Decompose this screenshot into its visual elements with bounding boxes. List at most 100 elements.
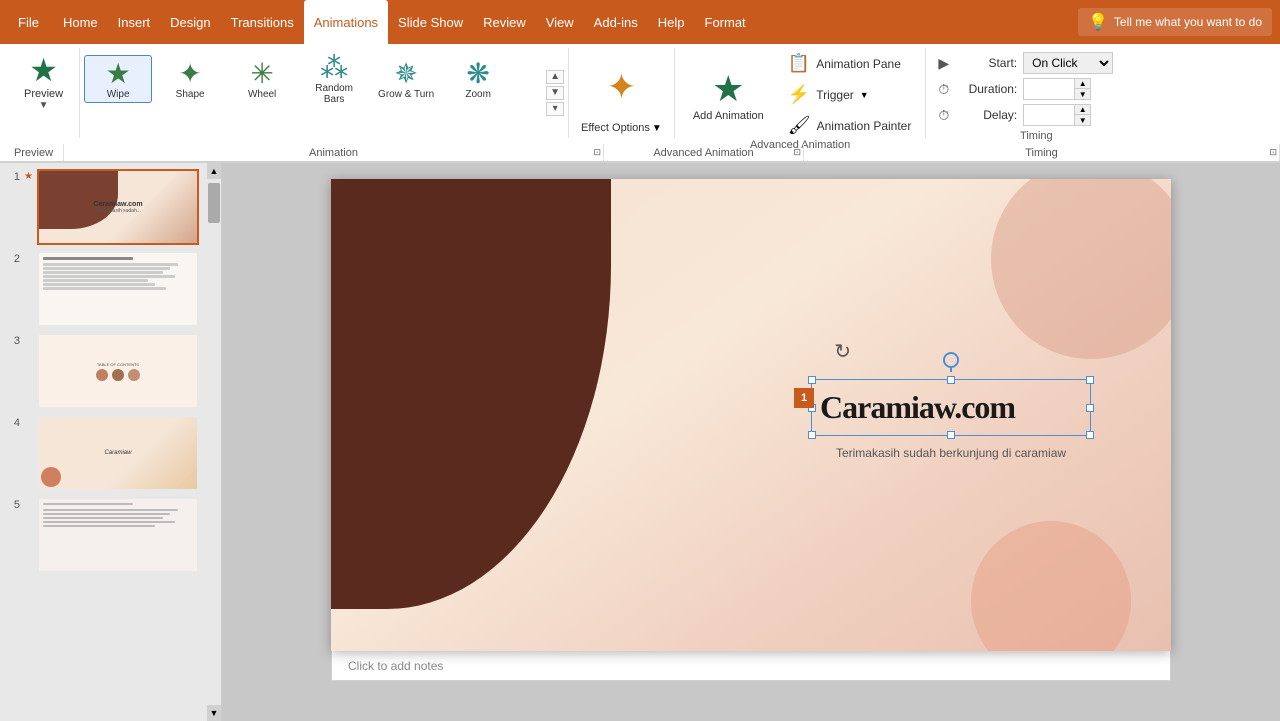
handle-top-right[interactable] — [1086, 376, 1094, 384]
slide-thumb-3[interactable]: TABLE OF CONTENTS — [37, 333, 199, 409]
slide-item-1[interactable]: 1 ★ Caramiaw.com Terimakasih sudah... — [6, 169, 199, 245]
bg-shape-dark — [331, 179, 611, 609]
gallery-scroll-down[interactable]: ▼ — [546, 86, 564, 100]
slide-item-3[interactable]: 3 ★ TABLE OF CONTENTS — [6, 333, 199, 409]
menu-slideshow[interactable]: Slide Show — [388, 0, 473, 44]
add-animation-group: ★ Add Animation 📋 Animation Pane ⚡ Trigg… — [683, 50, 918, 139]
file-menu[interactable]: File — [4, 0, 53, 44]
slide-item-4[interactable]: 4 ★ Caramiaw — [6, 415, 199, 491]
advanced-section-expand-icon[interactable]: ⊡ — [793, 147, 801, 158]
thumb4-text: Caramiaw — [104, 450, 131, 456]
delay-up-button[interactable]: ▲ — [1074, 105, 1090, 115]
menu-animations[interactable]: Animations — [304, 0, 388, 44]
scroll-down-arrow[interactable]: ▼ — [207, 705, 221, 721]
menu-view[interactable]: View — [536, 0, 584, 44]
trigger-button[interactable]: ⚡ Trigger ▼ — [782, 81, 918, 108]
timing-start-select[interactable]: On Click — [1023, 52, 1113, 74]
menu-design[interactable]: Design — [160, 0, 220, 44]
handle-bottom-right[interactable] — [1086, 431, 1094, 439]
effect-options-label: Effect Options — [581, 122, 650, 134]
duration-icon: ⏱ — [938, 81, 949, 98]
duration-up-button[interactable]: ▲ — [1074, 79, 1090, 89]
preview-icon: ★ — [29, 54, 58, 86]
animation-row-1: ★ Wipe ✦ Shape ✳ Wheel ⁂ — [84, 48, 544, 109]
slide-panel-scrollbar[interactable]: ▲ ▼ — [207, 163, 221, 721]
slide-item-5[interactable]: 5 ★ — [6, 497, 199, 573]
handle-top-left[interactable] — [808, 376, 816, 384]
effect-options-icon-wrap: ✦ — [606, 52, 636, 122]
slide-text-element[interactable]: 1 Caramiaw.com Terimakasih sudah berkunj… — [811, 379, 1091, 460]
duration-down-button[interactable]: ▼ — [1074, 89, 1090, 99]
timing-duration-row: ⏱ Duration: 00,50 ▲ ▼ — [938, 78, 1134, 100]
slide-number-5: 5 — [6, 497, 20, 511]
timing-section-expand-icon[interactable]: ⊡ — [1269, 147, 1277, 158]
delay-spin-buttons: ▲ ▼ — [1074, 105, 1090, 125]
thumb3-circles — [96, 369, 140, 381]
animation-pane-button[interactable]: 📋 Animation Pane — [782, 50, 918, 77]
tell-me-box[interactable]: 💡 Tell me what you want to do — [1078, 8, 1272, 36]
animation-painter-button[interactable]: 🖌 Animation Painter — [782, 112, 918, 139]
bg-shape-pink-top-right — [991, 179, 1171, 359]
animation-randombars[interactable]: ⁂ Random Bars — [300, 50, 368, 107]
animation-shape[interactable]: ✦ Shape — [156, 56, 224, 102]
adv-section-inner: ★ Add Animation 📋 Animation Pane ⚡ Trigg… — [683, 50, 918, 139]
timing-section-label-bar: Timing ⊡ — [804, 144, 1280, 161]
wipe-label: Wipe — [107, 89, 130, 100]
animation-growturn[interactable]: ✵ Grow & Turn — [372, 56, 440, 102]
menu-insert[interactable]: Insert — [108, 0, 161, 44]
handle-middle-right[interactable] — [1086, 404, 1094, 412]
animation-wipe[interactable]: ★ Wipe — [84, 55, 152, 103]
animation-painter-icon: 🖌 — [788, 115, 811, 136]
menu-help[interactable]: Help — [648, 0, 695, 44]
slides-list: 1 ★ Caramiaw.com Terimakasih sudah... 2 … — [0, 163, 207, 721]
menu-review[interactable]: Review — [473, 0, 536, 44]
scroll-up-arrow[interactable]: ▲ — [207, 163, 221, 179]
slide-thumb-inner-2 — [39, 253, 197, 325]
start-icon: ▶ — [938, 55, 949, 72]
shape-label: Shape — [176, 89, 205, 100]
randombars-label: Random Bars — [304, 83, 364, 105]
delay-down-button[interactable]: ▼ — [1074, 115, 1090, 125]
menu-home[interactable]: Home — [53, 0, 108, 44]
canvas-area[interactable]: ↻ 1 Caramiaw.com Terimakasih sudah berku — [222, 163, 1280, 721]
menu-addins[interactable]: Add-ins — [584, 0, 648, 44]
delay-icon: ⏱ — [938, 107, 949, 124]
slide-thumb-5[interactable] — [37, 497, 199, 573]
timing-delay-input[interactable]: 00,00 — [1024, 105, 1074, 125]
timing-duration-spinner: 00,50 ▲ ▼ — [1023, 78, 1091, 100]
add-animation-label: Add Animation — [693, 110, 764, 122]
slide-thumb-4[interactable]: Caramiaw — [37, 415, 199, 491]
animation-badge: 1 — [794, 388, 814, 408]
animation-painter-label: Animation Painter — [817, 119, 912, 133]
scroll-thumb[interactable] — [208, 183, 220, 223]
rotate-handle[interactable] — [943, 352, 959, 368]
slide-number-1: 1 — [6, 169, 20, 183]
zoom-label: Zoom — [465, 89, 491, 100]
animation-wheel[interactable]: ✳ Wheel — [228, 56, 296, 102]
handle-top-middle[interactable] — [947, 376, 955, 384]
add-animation-button[interactable]: ★ Add Animation — [683, 64, 774, 126]
effect-options-section[interactable]: ✦ Effect Options ▼ — [569, 48, 675, 138]
notes-bar[interactable]: Click to add notes — [331, 651, 1171, 681]
add-animation-icon: ★ — [712, 68, 744, 110]
gallery-scroll-expand[interactable]: ▾ — [546, 102, 564, 116]
slide-thumb-2[interactable] — [37, 251, 199, 327]
animation-gallery: ★ Wipe ✦ Shape ✳ Wheel ⁂ — [84, 48, 544, 138]
animation-pane-label: Animation Pane — [816, 57, 901, 71]
timing-duration-input[interactable]: 00,50 — [1024, 79, 1074, 99]
animation-section-expand-icon[interactable]: ⊡ — [593, 147, 601, 158]
gallery-scroll: ▲ ▼ ▾ — [546, 70, 564, 116]
handle-bottom-left[interactable] — [808, 431, 816, 439]
preview-button[interactable]: ★ Preview ▼ — [16, 50, 71, 115]
slide-canvas[interactable]: ↻ 1 Caramiaw.com Terimakasih sudah berku — [331, 179, 1171, 651]
animation-zoom[interactable]: ❋ Zoom — [444, 56, 512, 102]
trigger-arrow-icon: ▼ — [860, 90, 869, 100]
gallery-scroll-up[interactable]: ▲ — [546, 70, 564, 84]
slide-item-2[interactable]: 2 ★ — [6, 251, 199, 327]
advanced-animation-section: ★ Add Animation 📋 Animation Pane ⚡ Trigg… — [675, 48, 927, 138]
menu-format[interactable]: Format — [695, 0, 756, 44]
menu-transitions[interactable]: Transitions — [221, 0, 304, 44]
slide-thumb-1[interactable]: Caramiaw.com Terimakasih sudah... — [37, 169, 199, 245]
growturn-label: Grow & Turn — [378, 89, 434, 100]
handle-bottom-middle[interactable] — [947, 431, 955, 439]
